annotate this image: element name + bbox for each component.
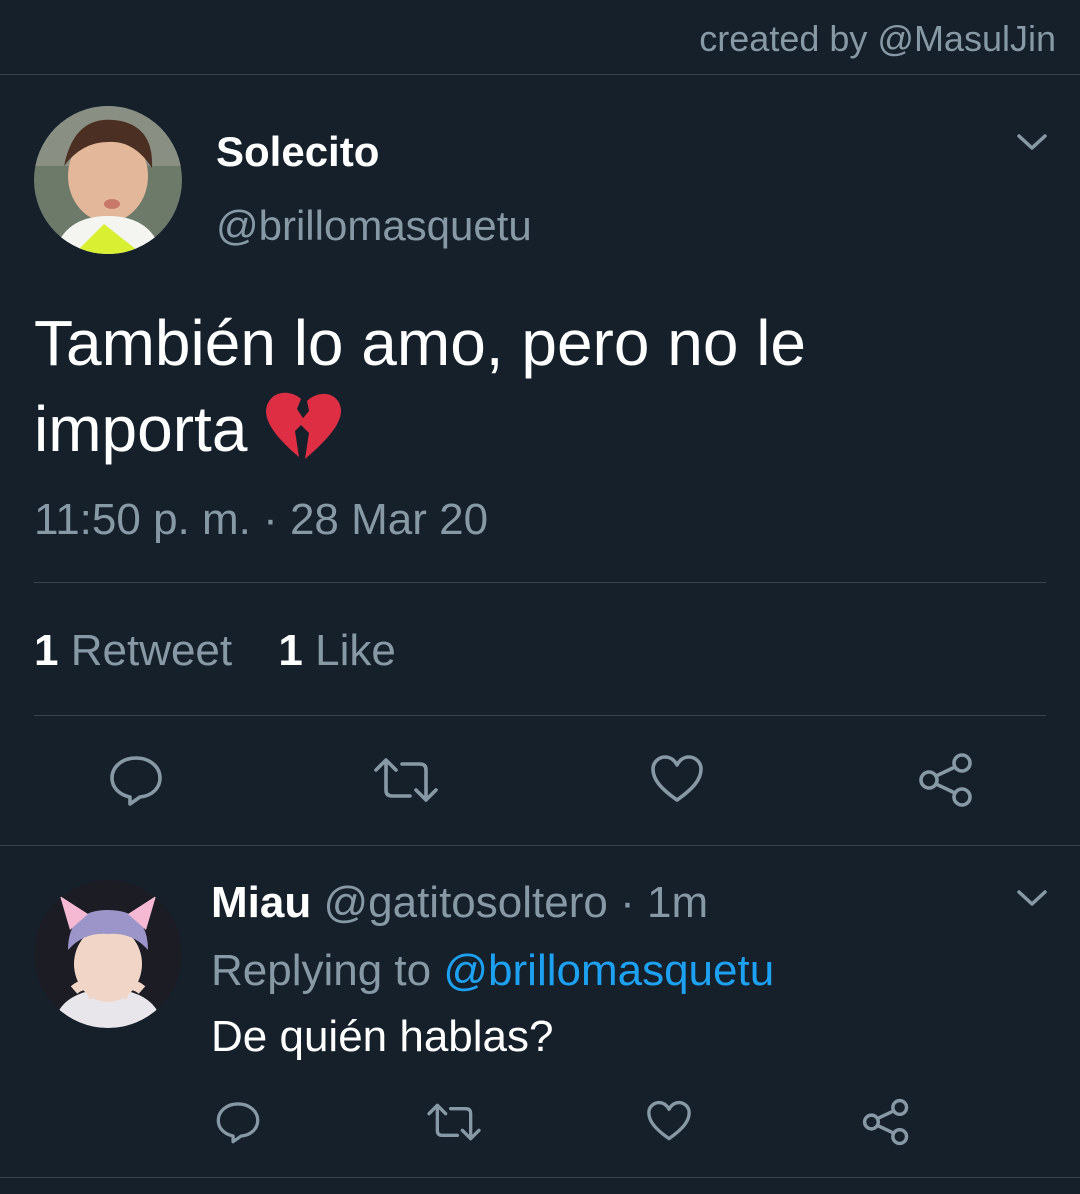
chevron-down-icon[interactable] <box>1016 132 1048 157</box>
tweet-author-handle[interactable]: @brillomasquetu <box>216 202 532 250</box>
tweet-author-name[interactable]: Solecito <box>216 128 379 176</box>
reply-header: Miau @gatitosoltero · 1m <box>211 878 708 928</box>
reply-author-name[interactable]: Miau <box>211 878 311 927</box>
reply-time[interactable]: 1m <box>647 878 708 927</box>
divider <box>34 582 1046 583</box>
credit-text: created by @MasulJin <box>699 18 1056 59</box>
credit-bar: created by @MasulJin <box>0 0 1080 75</box>
tweet-text-line1: También lo amo, pero no le <box>34 307 806 379</box>
share-icon[interactable] <box>862 1098 910 1151</box>
reply-author-handle[interactable]: @gatitosoltero <box>323 878 607 927</box>
tweet-stats: 1 Retweet 1 Like <box>34 626 396 676</box>
reply-avatar[interactable] <box>34 880 182 1028</box>
replying-to-handle[interactable]: @brillomasquetu <box>443 946 774 995</box>
replying-to: Replying to @brillomasquetu <box>211 946 774 996</box>
retweet-icon[interactable] <box>427 1102 481 1147</box>
share-icon[interactable] <box>918 752 974 813</box>
retweet-label[interactable]: Retweet <box>71 626 232 675</box>
tweet-text-line2: importa <box>34 393 248 465</box>
reply-icon[interactable] <box>108 754 164 811</box>
replying-to-label: Replying to <box>211 946 432 995</box>
broken-heart-emoji <box>263 391 343 484</box>
reply-separator: · <box>620 878 635 927</box>
like-label[interactable]: Like <box>315 626 396 675</box>
avatar[interactable] <box>34 106 182 254</box>
like-icon[interactable] <box>650 754 704 809</box>
like-count[interactable]: 1 <box>278 626 302 675</box>
reply-icon[interactable] <box>215 1100 261 1149</box>
section-divider <box>0 1177 1080 1178</box>
retweet-icon[interactable] <box>374 756 438 809</box>
reply-text: De quién hablas? <box>211 1012 554 1061</box>
section-divider <box>0 845 1080 846</box>
tweet-text-line2-container: importa <box>34 386 1034 484</box>
tweet-timestamp[interactable]: 11:50 p. m. · 28 Mar 20 <box>34 495 488 545</box>
tweet-text: También lo amo, pero no le importa <box>34 300 1034 484</box>
chevron-down-icon[interactable] <box>1016 888 1048 913</box>
retweet-count[interactable]: 1 <box>34 626 58 675</box>
divider <box>34 715 1046 716</box>
like-icon[interactable] <box>646 1100 692 1147</box>
